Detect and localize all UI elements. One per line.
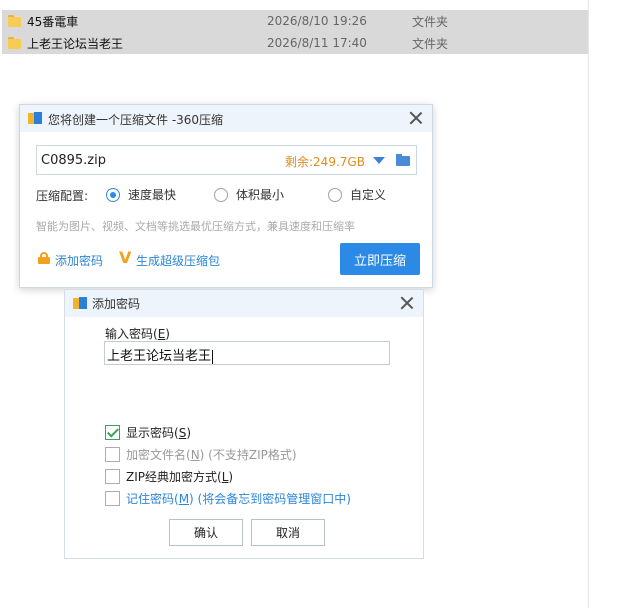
folder-icon — [8, 37, 21, 49]
confirm-button[interactable]: 确认 — [169, 519, 243, 546]
password-dialog-title: 添加密码 — [92, 297, 141, 311]
file-type: 文件夹 — [412, 14, 449, 29]
radio-label: 体积最小 — [236, 188, 285, 202]
close-icon[interactable] — [400, 296, 414, 310]
checkbox-label: 加密文件名(N) (不支持ZIP格式) — [126, 448, 297, 462]
checkbox-label: 显示密码(S) — [126, 426, 191, 440]
file-row[interactable]: 45番電車 2026/8/10 19:26 文件夹 — [2, 10, 588, 32]
checkbox-checked-icon[interactable] — [105, 425, 120, 440]
compressor-app-icon — [28, 111, 42, 125]
compressor-app-icon — [73, 296, 87, 310]
checkbox-label: 记住密码(M) (将会备忘到密码管理窗口中) — [126, 492, 351, 506]
archive-path-field[interactable]: C0895.zip 剩余:249.7GB — [36, 145, 417, 175]
file-type: 文件夹 — [412, 36, 449, 51]
checkbox-icon[interactable] — [105, 469, 120, 484]
remember-password-checkbox[interactable]: 记住密码(M) (将会备忘到密码管理窗口中) — [105, 490, 351, 507]
radio-label: 速度最快 — [128, 188, 177, 202]
radio-icon[interactable] — [214, 187, 228, 202]
password-input-label: 输入密码(E) — [105, 327, 170, 341]
browse-folder-icon[interactable] — [396, 154, 410, 166]
free-space-label: 剩余:249.7GB — [285, 155, 365, 169]
password-value[interactable]: 上老王论坛当老王 — [107, 345, 214, 364]
super-package-link[interactable]: 生成超级压缩包 — [136, 252, 220, 269]
radio-icon[interactable] — [328, 187, 342, 202]
text-caret — [212, 349, 214, 364]
file-name: 上老王论坛当老王 — [27, 36, 124, 51]
lock-icon — [38, 252, 50, 264]
radio-custom[interactable]: 自定义 — [328, 186, 386, 203]
window-edge-divider — [588, 0, 589, 608]
file-date: 2026/8/11 17:40 — [267, 36, 367, 50]
compress-dialog-titlebar: 您将创建一个压缩文件 -360压缩 — [20, 105, 432, 132]
checkbox-icon[interactable] — [105, 491, 120, 506]
add-password-link[interactable]: 添加密码 — [55, 252, 103, 269]
show-password-checkbox[interactable]: 显示密码(S) — [105, 424, 191, 441]
cancel-button[interactable]: 取消 — [251, 519, 325, 546]
compression-config-label: 压缩配置: — [36, 189, 89, 203]
archive-filename[interactable]: C0895.zip — [41, 153, 106, 168]
password-input[interactable]: 上老王论坛当老王 — [104, 341, 390, 365]
radio-selected-icon[interactable] — [106, 187, 120, 202]
compress-dialog-title: 您将创建一个压缩文件 -360压缩 — [48, 113, 224, 127]
password-dialog-titlebar: 添加密码 — [65, 290, 423, 317]
encrypt-filenames-checkbox[interactable]: 加密文件名(N) (不支持ZIP格式) — [105, 446, 297, 463]
close-icon[interactable] — [409, 111, 423, 125]
folder-icon — [8, 15, 21, 27]
compress-now-button[interactable]: 立即压缩 — [340, 243, 420, 275]
radio-smallest[interactable]: 体积最小 — [214, 186, 284, 203]
chevron-down-icon[interactable] — [373, 157, 385, 164]
radio-fastest[interactable]: 速度最快 — [106, 186, 176, 203]
file-row[interactable]: 上老王论坛当老王 2026/8/11 17:40 文件夹 — [2, 32, 588, 54]
radio-label: 自定义 — [350, 188, 387, 202]
checkbox-label: ZIP经典加密方式(L) — [126, 470, 234, 484]
file-name: 45番電車 — [27, 14, 79, 29]
screen: 45番電車 2026/8/10 19:26 文件夹 上老王论坛当老王 2026/… — [0, 0, 618, 608]
vip-icon: V — [119, 248, 132, 267]
file-date: 2026/8/10 19:26 — [267, 14, 367, 28]
checkbox-icon[interactable] — [105, 447, 120, 462]
compress-dialog: 您将创建一个压缩文件 -360压缩 C0895.zip 剩余:249.7GB 压… — [19, 104, 433, 288]
zip-classic-encryption-checkbox[interactable]: ZIP经典加密方式(L) — [105, 468, 233, 485]
compression-hint: 智能为图片、视频、文档等挑选最优压缩方式，兼具速度和压缩率 — [36, 220, 355, 233]
add-password-dialog: 添加密码 输入密码(E) 上老王论坛当老王 显示密码(S) 加密文件名(N) (… — [64, 289, 424, 559]
